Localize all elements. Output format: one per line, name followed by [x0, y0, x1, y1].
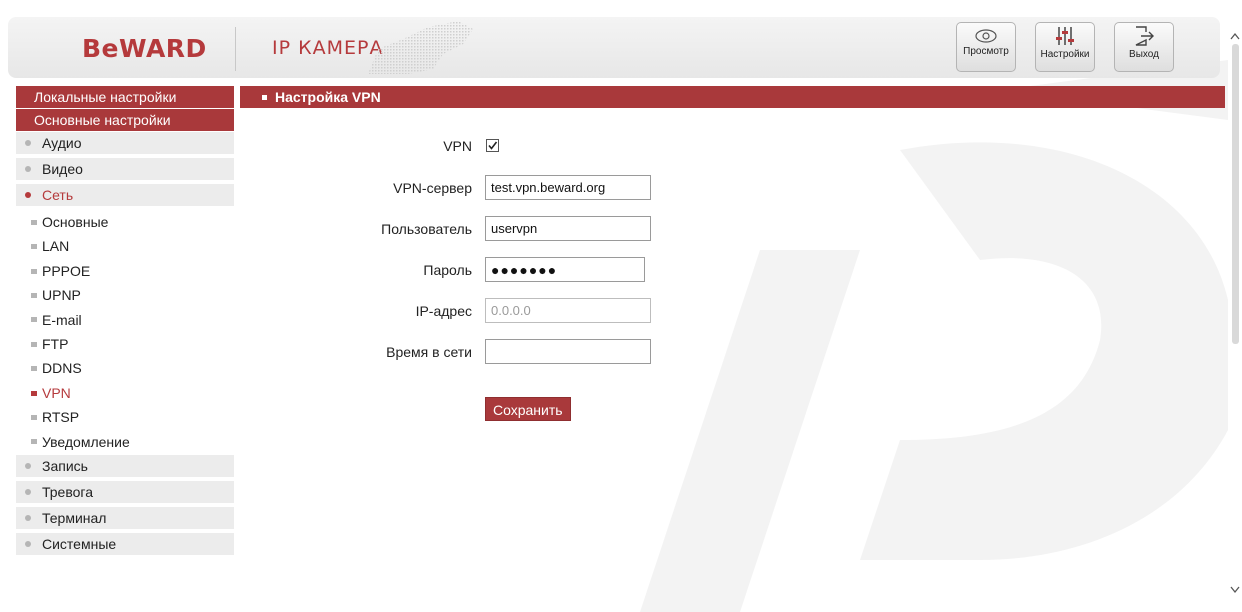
bullet-icon [31, 366, 37, 372]
section-title: Настройка VPN [275, 89, 381, 105]
logout-icon [1135, 26, 1154, 46]
scrollbar-thumb[interactable] [1232, 44, 1239, 344]
bullet-icon [31, 390, 37, 396]
bullet-icon [25, 489, 31, 496]
logout-button-label: Выход [1129, 49, 1159, 60]
vpn-checkbox[interactable] [486, 139, 499, 152]
password-input[interactable] [485, 257, 645, 282]
online-time-label: Время в сети [386, 344, 472, 360]
checkmark-icon [488, 141, 498, 150]
bullet-icon [25, 541, 31, 548]
bullet-icon [31, 317, 37, 323]
vpn-label: VPN [443, 138, 472, 154]
logout-button[interactable]: Выход [1114, 22, 1174, 72]
sidebar-subitem-rtsp[interactable]: RTSP [16, 405, 234, 429]
sidebar-subitem-label: FTP [42, 335, 69, 352]
sidebar-subitem-label: PPPOE [42, 262, 91, 279]
sliders-icon [1056, 27, 1074, 45]
bullet-icon [25, 166, 31, 173]
ip-address-input [485, 298, 651, 323]
sidebar-item-label: Системные [42, 535, 117, 552]
sidebar-item-system[interactable]: Системные [16, 532, 234, 555]
sidebar-subitem-lan[interactable]: LAN [16, 234, 234, 258]
save-button[interactable]: Сохранить [485, 397, 571, 421]
sidebar-item-alarm[interactable]: Тревога [16, 480, 234, 503]
sidebar-subitem-label: RTSP [42, 409, 80, 426]
header-bar: BeWARD IP КАМЕРА Просмотр Настройки Выхо… [8, 17, 1220, 78]
sidebar-subitem-upnp[interactable]: UPNP [16, 283, 234, 307]
sidebar-item-terminal[interactable]: Терминал [16, 506, 234, 529]
sidebar-subitem-label: Уведомление [42, 433, 130, 450]
sidebar-item-label: Тревога [42, 483, 93, 500]
sidebar-subitem-ddns[interactable]: DDNS [16, 356, 234, 380]
sidebar-local-settings[interactable]: Локальные настройки [16, 86, 234, 108]
vpn-server-input[interactable] [485, 175, 651, 200]
scroll-up-icon[interactable] [1228, 30, 1242, 42]
bullet-icon [25, 463, 31, 470]
bullet-icon [31, 414, 37, 420]
ip-address-label: IP-адрес [415, 303, 472, 319]
header-separator [235, 27, 236, 71]
bullet-icon [31, 244, 37, 250]
sidebar-subitem-label: VPN [42, 384, 71, 401]
sidebar-item-label: Видео [42, 161, 83, 177]
bullet-icon [25, 192, 31, 199]
bullet-icon [25, 515, 31, 522]
eye-icon [975, 29, 997, 43]
view-button[interactable]: Просмотр [956, 22, 1016, 72]
view-button-label: Просмотр [963, 46, 1009, 57]
settings-button[interactable]: Настройки [1035, 22, 1095, 72]
sidebar-item-label: Запись [42, 457, 88, 474]
bullet-icon [31, 439, 37, 445]
sidebar-subitem-ftp[interactable]: FTP [16, 332, 234, 356]
sidebar-item-label: Сеть [42, 187, 74, 203]
sidebar-main-settings[interactable]: Основные настройки [16, 109, 234, 131]
bullet-icon [31, 341, 37, 347]
scroll-down-icon[interactable] [1228, 584, 1242, 596]
online-time-input[interactable] [485, 339, 651, 364]
sidebar-item-label: Аудио [42, 135, 82, 151]
username-input[interactable] [485, 216, 651, 241]
sidebar-subitem-label: DDNS [42, 360, 82, 377]
sidebar-item-recording[interactable]: Запись [16, 454, 234, 477]
username-label: Пользователь [381, 221, 472, 237]
vpn-server-label: VPN-сервер [393, 180, 472, 196]
sidebar-subitem-pppoe[interactable]: PPPOE [16, 259, 234, 283]
sidebar-subitem-notification[interactable]: Уведомление [16, 430, 234, 454]
sidebar-item-label: Терминал [42, 509, 107, 526]
sidebar-subitem-label: UPNP [42, 287, 81, 304]
sidebar-subitem-label: Основные [42, 214, 109, 230]
bullet-icon [31, 292, 37, 298]
bullet-icon [31, 219, 37, 225]
sidebar-subitem-basic[interactable]: Основные [16, 210, 234, 234]
sidebar-subitem-label: LAN [42, 238, 70, 255]
password-label: Пароль [423, 262, 472, 278]
bullet-icon [262, 94, 267, 100]
sidebar-subitem-label: E-mail [42, 311, 82, 328]
bullet-icon [25, 140, 31, 147]
brand-logo: BeWARD [82, 34, 207, 63]
sidebar: Локальные настройки Основные настройки А… [16, 86, 234, 559]
sidebar-item-video[interactable]: Видео [16, 158, 234, 180]
section-title-bar: Настройка VPN [240, 86, 1225, 108]
sidebar-item-audio[interactable]: Аудио [16, 132, 234, 154]
scrollbar[interactable] [1228, 0, 1242, 612]
sidebar-subitem-vpn[interactable]: VPN [16, 381, 234, 405]
sidebar-item-network[interactable]: Сеть [16, 184, 234, 206]
bullet-icon [31, 268, 37, 274]
settings-button-label: Настройки [1040, 49, 1090, 60]
sidebar-subitem-email[interactable]: E-mail [16, 308, 234, 332]
world-map-graphic [368, 21, 473, 74]
